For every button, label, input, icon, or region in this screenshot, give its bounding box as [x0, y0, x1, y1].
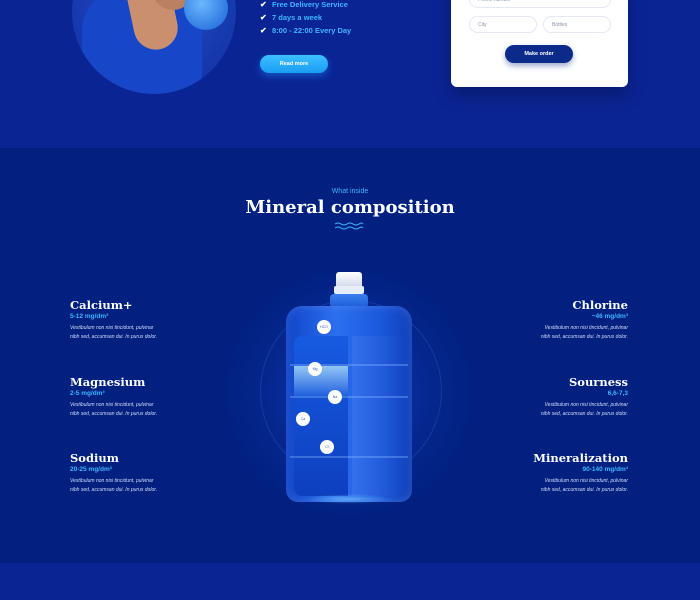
mineral-name: Sodium — [70, 451, 119, 465]
mineral-name: Magnesium — [70, 375, 146, 389]
desc-line: nibh sed, accumsan dui. In purus dolor. — [540, 487, 628, 493]
desc-line: Vestibulum non nisi tincidunt, pulvinar — [544, 478, 628, 484]
mineral-bubble: Ca — [296, 412, 310, 426]
wave-divider-icon — [334, 222, 364, 230]
desc-line: Vestibulum non nisi tincidunt, pulvinar — [70, 325, 154, 331]
feature-label: 8:00 - 22:00 Every Day — [272, 26, 352, 35]
mineral-description: Vestibulum non nisi tincidunt, pulvinar … — [70, 324, 230, 342]
read-more-button[interactable]: Read more — [260, 55, 328, 73]
next-section-band — [0, 563, 700, 600]
make-order-button[interactable]: Make order — [505, 45, 573, 63]
mineral-range: ~46 mg/dm³ — [591, 313, 628, 320]
mineral-name: Calcium+ — [70, 298, 133, 312]
city-field[interactable]: City — [469, 16, 537, 33]
mineral-description: Vestibulum non nisi tincidunt, pulvinar … — [70, 401, 230, 419]
desc-line: nibh sed, accumsan dui. In purus dolor. — [70, 334, 158, 340]
mineral-name: Chlorine — [572, 298, 628, 312]
mineral-magnesium: Magnesium 2-5 mg/dm³ Vestibulum non nisi… — [70, 376, 230, 419]
mineral-range: 6,6-7,3 — [607, 390, 628, 397]
mineral-description: Vestibulum non nisi tincidunt, pulvinar … — [468, 401, 628, 419]
desc-line: Vestibulum non nisi tincidunt, pulvinar — [70, 478, 154, 484]
water-bottle-image: HCO Mg Na Ca Cl — [286, 272, 412, 512]
bottle-outer-half — [352, 336, 404, 496]
bottle-cap-ring — [334, 286, 364, 294]
mineral-mineralization: Mineralization 90-140 mg/dm³ Vestibulum … — [468, 452, 628, 495]
section-eyebrow: What inside — [331, 188, 369, 195]
bottle-rib — [290, 396, 408, 398]
mineral-sourness: Sourness 6,6-7,3 Vestibulum non nisi tin… — [468, 376, 628, 419]
order-form-card: Phone number City Bottles Make order — [451, 0, 628, 87]
mineral-name: Mineralization — [533, 451, 628, 465]
feature-label: 7 days a week — [272, 13, 323, 22]
mineral-range: 90-140 mg/dm³ — [582, 466, 628, 473]
mineral-description: Vestibulum non nisi tincidunt, pulvinar … — [70, 477, 230, 495]
phone-field[interactable]: Phone number — [469, 0, 611, 8]
check-icon: ✔ — [260, 0, 267, 9]
desc-line: nibh sed, accumsan dui. In purus dolor. — [540, 334, 628, 340]
desc-line: Vestibulum non nisi tincidunt, pulvinar — [544, 402, 628, 408]
mineral-calcium: Calcium+ 5-12 mg/dm³ Vestibulum non nisi… — [70, 299, 230, 342]
feature-item: ✔ Free Delivery Service — [260, 0, 351, 11]
feature-item: ✔ 8:00 - 22:00 Every Day — [260, 24, 351, 37]
mineral-name: Sourness — [568, 375, 628, 389]
mineral-chlorine: Chlorine ~46 mg/dm³ Vestibulum non nisi … — [468, 299, 628, 342]
feature-item: ✔ 7 days a week — [260, 11, 351, 24]
mineral-bubble: HCO — [317, 320, 331, 334]
section-title: Mineral composition — [245, 197, 455, 218]
desc-line: Vestibulum non nisi tincidunt, pulvinar — [544, 325, 628, 331]
mineral-bubble: Na — [328, 390, 342, 404]
mineral-sodium: Sodium 20-25 mg/dm³ Vestibulum non nisi … — [70, 452, 230, 495]
bottle-rib — [290, 456, 408, 458]
bottles-field[interactable]: Bottles — [543, 16, 611, 33]
mineral-range: 20-25 mg/dm³ — [70, 466, 112, 473]
check-icon: ✔ — [260, 13, 267, 22]
mineral-bubble: Cl — [320, 440, 334, 454]
feature-label: Free Delivery Service — [272, 0, 348, 9]
mineral-bubble: Mg — [308, 362, 322, 376]
desc-line: Vestibulum non nisi tincidunt, pulvinar — [70, 402, 154, 408]
mineral-description: Vestibulum non nisi tincidunt, pulvinar … — [468, 477, 628, 495]
desc-line: nibh sed, accumsan dui. In purus dolor. — [70, 487, 158, 493]
mineral-range: 5-12 mg/dm³ — [70, 313, 109, 320]
feature-list: ✔ Free Delivery Service ✔ 7 days a week … — [260, 0, 351, 37]
desc-line: nibh sed, accumsan dui. In purus dolor. — [540, 411, 628, 417]
check-icon: ✔ — [260, 26, 267, 35]
mineral-description: Vestibulum non nisi tincidunt, pulvinar … — [468, 324, 628, 342]
mineral-range: 2-5 mg/dm³ — [70, 390, 105, 397]
delivery-man-photo — [72, 0, 236, 94]
bottle-body: HCO Mg Na Ca Cl — [286, 306, 412, 502]
hero-section: ✔ Free Delivery Service ✔ 7 days a week … — [0, 0, 700, 148]
desc-line: nibh sed, accumsan dui. In purus dolor. — [70, 411, 158, 417]
bottle-glow — [306, 494, 392, 504]
